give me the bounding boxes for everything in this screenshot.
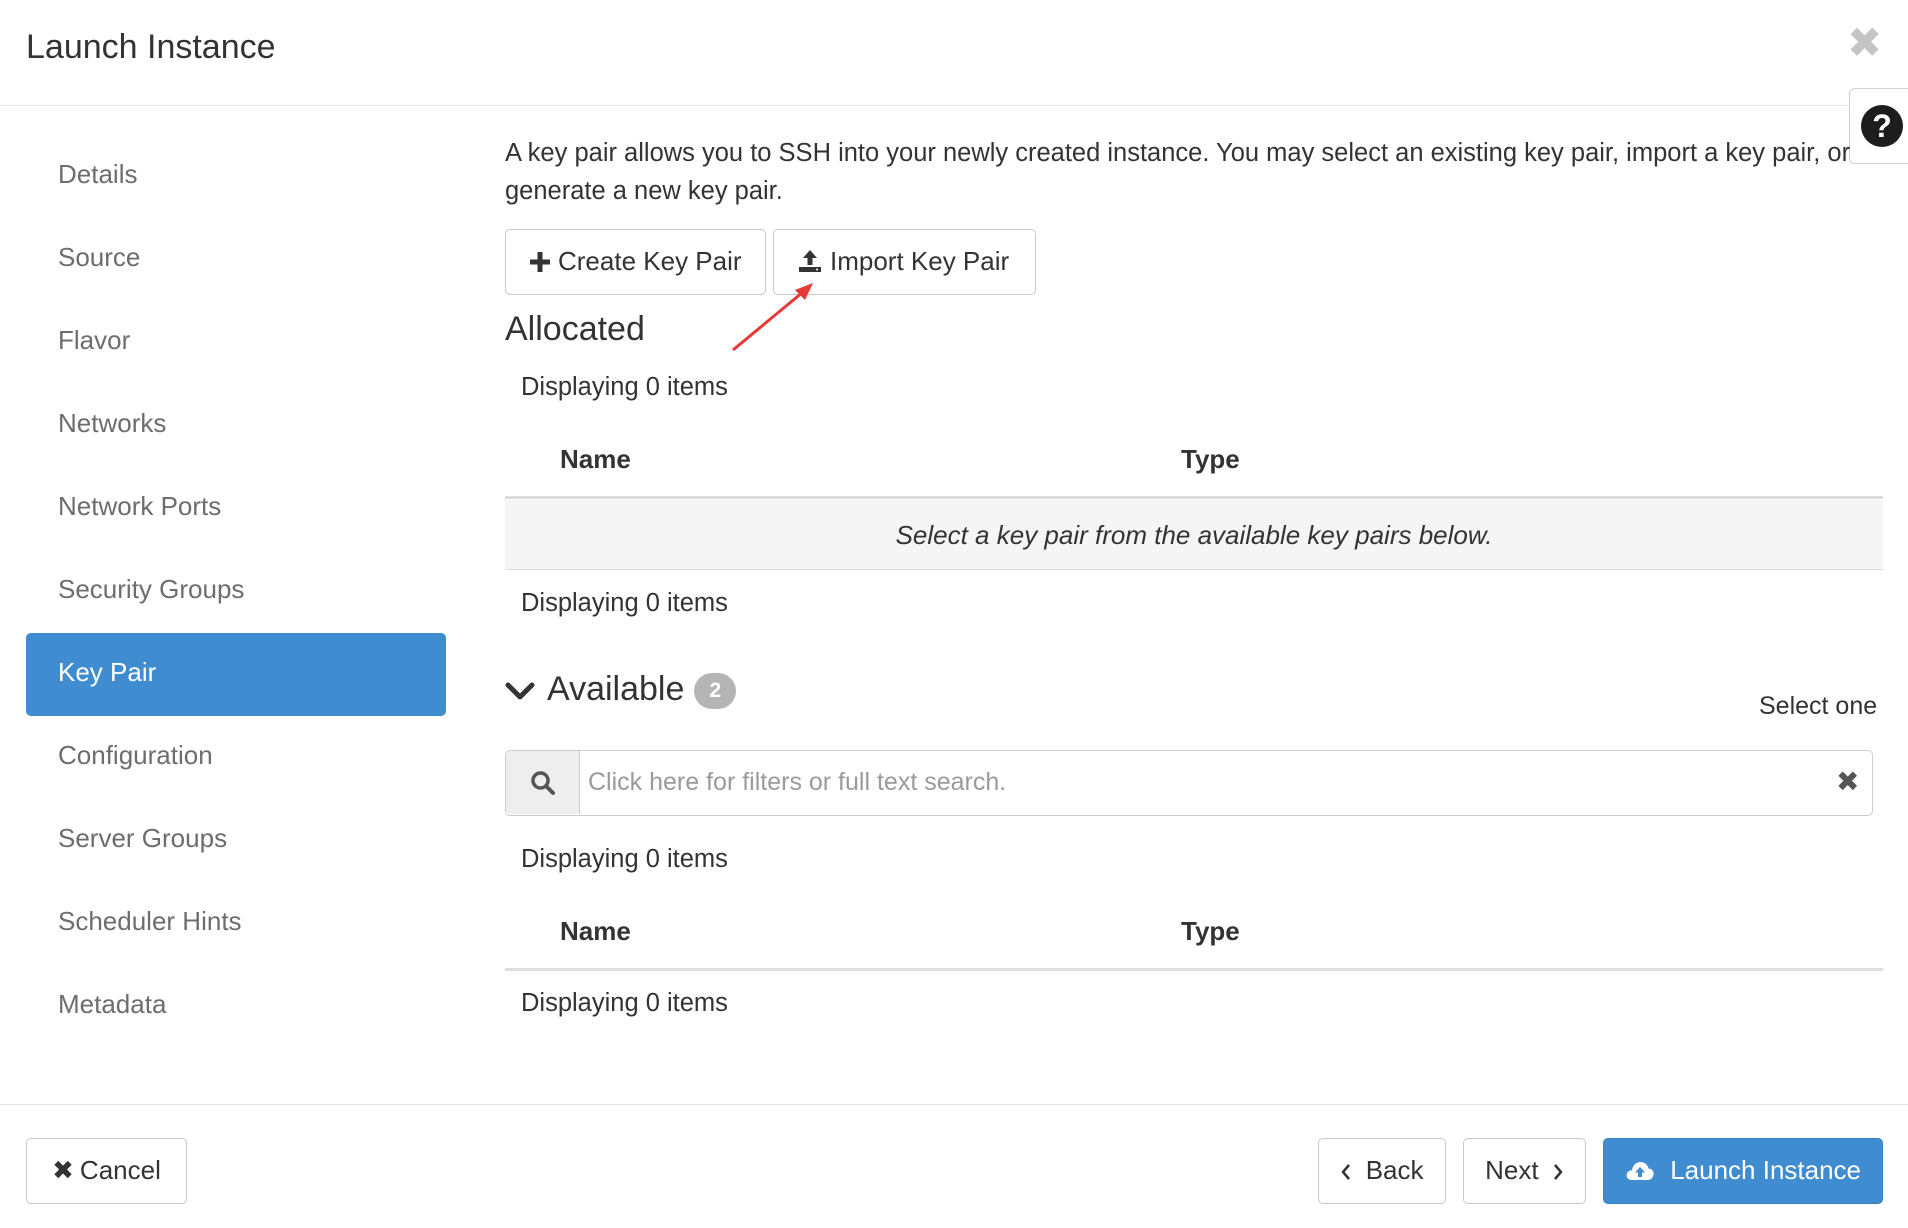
chevron-down-icon	[505, 672, 535, 711]
annotation-arrow	[732, 283, 813, 352]
cancel-button[interactable]: ✖ Cancel	[26, 1138, 187, 1204]
import-key-pair-label: Import Key Pair	[830, 246, 1010, 276]
allocated-header-divider	[505, 496, 1883, 499]
close-icon: ✖	[52, 1155, 74, 1185]
modal-title: Launch Instance	[26, 28, 276, 66]
sidebar-item-details[interactable]: Details	[26, 135, 446, 218]
select-one-hint: Select one	[1759, 692, 1878, 720]
allocated-count-top: Displaying 0 items	[521, 373, 728, 401]
footer-divider	[0, 1104, 1908, 1105]
chevron-left-icon	[1340, 1155, 1359, 1185]
sidebar-item-network-ports[interactable]: Network Ports	[26, 467, 446, 550]
sidebar-item-configuration[interactable]: Configuration	[26, 716, 446, 799]
back-label: Back	[1365, 1155, 1424, 1185]
sidebar-item-flavor[interactable]: Flavor	[26, 301, 446, 384]
sidebar-item-scheduler-hints[interactable]: Scheduler Hints	[26, 882, 446, 965]
intro-text: A key pair allows you to SSH into your n…	[505, 139, 1851, 205]
next-label: Next	[1485, 1155, 1539, 1185]
sidebar-item-security-groups[interactable]: Security Groups	[26, 550, 446, 633]
clear-search-icon[interactable]: ✖	[1836, 767, 1859, 797]
modal-header: Launch Instance ✖	[0, 0, 1908, 106]
launch-instance-button[interactable]: Launch Instance	[1603, 1138, 1883, 1204]
back-button[interactable]: Back	[1318, 1138, 1446, 1204]
sidebar-item-key-pair[interactable]: Key Pair	[26, 633, 446, 716]
available-header-divider	[505, 968, 1883, 971]
search-input[interactable]	[588, 751, 1788, 814]
allocated-column-type[interactable]: Type	[1181, 444, 1240, 475]
allocated-column-name[interactable]: Name	[560, 444, 631, 475]
available-column-name[interactable]: Name	[560, 916, 631, 947]
chevron-right-icon	[1545, 1155, 1564, 1185]
next-button[interactable]: Next	[1463, 1138, 1586, 1204]
available-count-badge: 2	[694, 673, 737, 710]
create-key-pair-label: Create Key Pair	[558, 246, 742, 276]
search-addon	[506, 751, 580, 814]
wizard-sidebar: Details Source Flavor Networks Network P…	[26, 135, 446, 1048]
available-count-bottom: Displaying 0 items	[521, 989, 728, 1017]
launch-instance-label: Launch Instance	[1670, 1155, 1862, 1185]
close-icon[interactable]: ✖	[1847, 22, 1882, 64]
sidebar-item-server-groups[interactable]: Server Groups	[26, 799, 446, 882]
plus-icon	[530, 230, 550, 293]
allocated-count-bottom: Displaying 0 items	[521, 589, 728, 617]
sidebar-item-source[interactable]: Source	[26, 218, 446, 301]
search-icon	[530, 770, 556, 801]
available-column-type[interactable]: Type	[1181, 916, 1240, 947]
allocated-empty-row: Select a key pair from the available key…	[505, 500, 1883, 570]
available-count-top: Displaying 0 items	[521, 845, 728, 873]
sidebar-item-metadata[interactable]: Metadata	[26, 965, 446, 1048]
available-title: Available	[547, 670, 685, 708]
available-toggle[interactable]: Available 2	[505, 670, 737, 711]
search-bar[interactable]: ✖	[505, 750, 1873, 816]
cloud-upload-icon	[1625, 1155, 1662, 1185]
cancel-label: Cancel	[79, 1155, 161, 1185]
allocated-title: Allocated	[505, 310, 645, 348]
sidebar-item-networks[interactable]: Networks	[26, 384, 446, 467]
